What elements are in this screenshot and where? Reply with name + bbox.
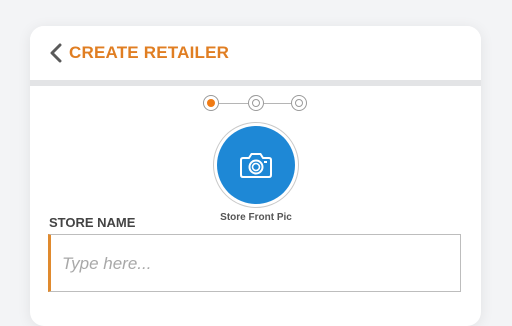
step-1-dot	[207, 99, 215, 107]
progress-stepper	[30, 94, 481, 114]
create-retailer-card: CREATE RETAILER Store Front Pic STORE NA…	[30, 26, 481, 326]
step-connector-1	[219, 103, 248, 104]
header-bar: CREATE RETAILER	[30, 26, 481, 80]
store-front-photo-button[interactable]	[217, 126, 295, 204]
back-button[interactable]	[46, 42, 66, 64]
store-name-input[interactable]	[60, 251, 444, 277]
store-photo-ring	[213, 122, 299, 208]
step-2-dot	[252, 99, 260, 107]
chevron-left-icon	[50, 43, 62, 63]
step-2-indicator	[248, 95, 264, 111]
store-name-field-box	[48, 234, 461, 292]
step-connector-2	[264, 103, 291, 104]
header-divider	[30, 80, 481, 86]
photo-caption: Store Front Pic	[220, 212, 292, 223]
step-3-indicator	[291, 95, 307, 111]
page-title: CREATE RETAILER	[69, 43, 230, 62]
step-3-dot	[295, 99, 303, 107]
store-name-label: STORE NAME	[49, 215, 136, 230]
camera-icon	[240, 153, 272, 178]
step-1-indicator	[203, 95, 219, 111]
